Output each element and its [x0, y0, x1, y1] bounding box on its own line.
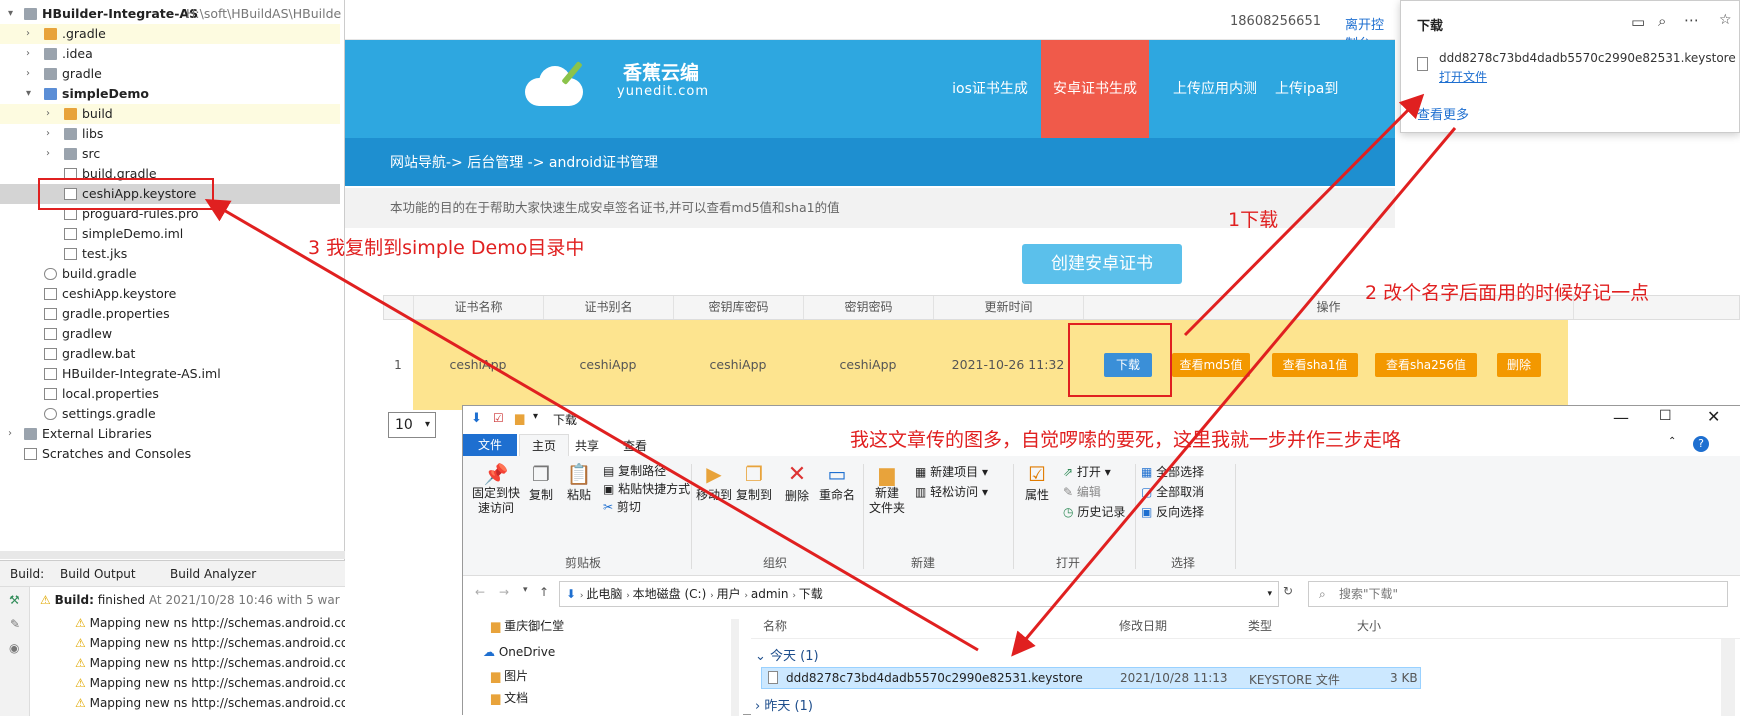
- arrow-to-download-popup: [1183, 93, 1425, 337]
- arrow-to-ide-keystore: [204, 198, 979, 652]
- annotation-arrows: [204, 93, 1457, 657]
- arrow-to-explorer-file: [1011, 127, 1457, 657]
